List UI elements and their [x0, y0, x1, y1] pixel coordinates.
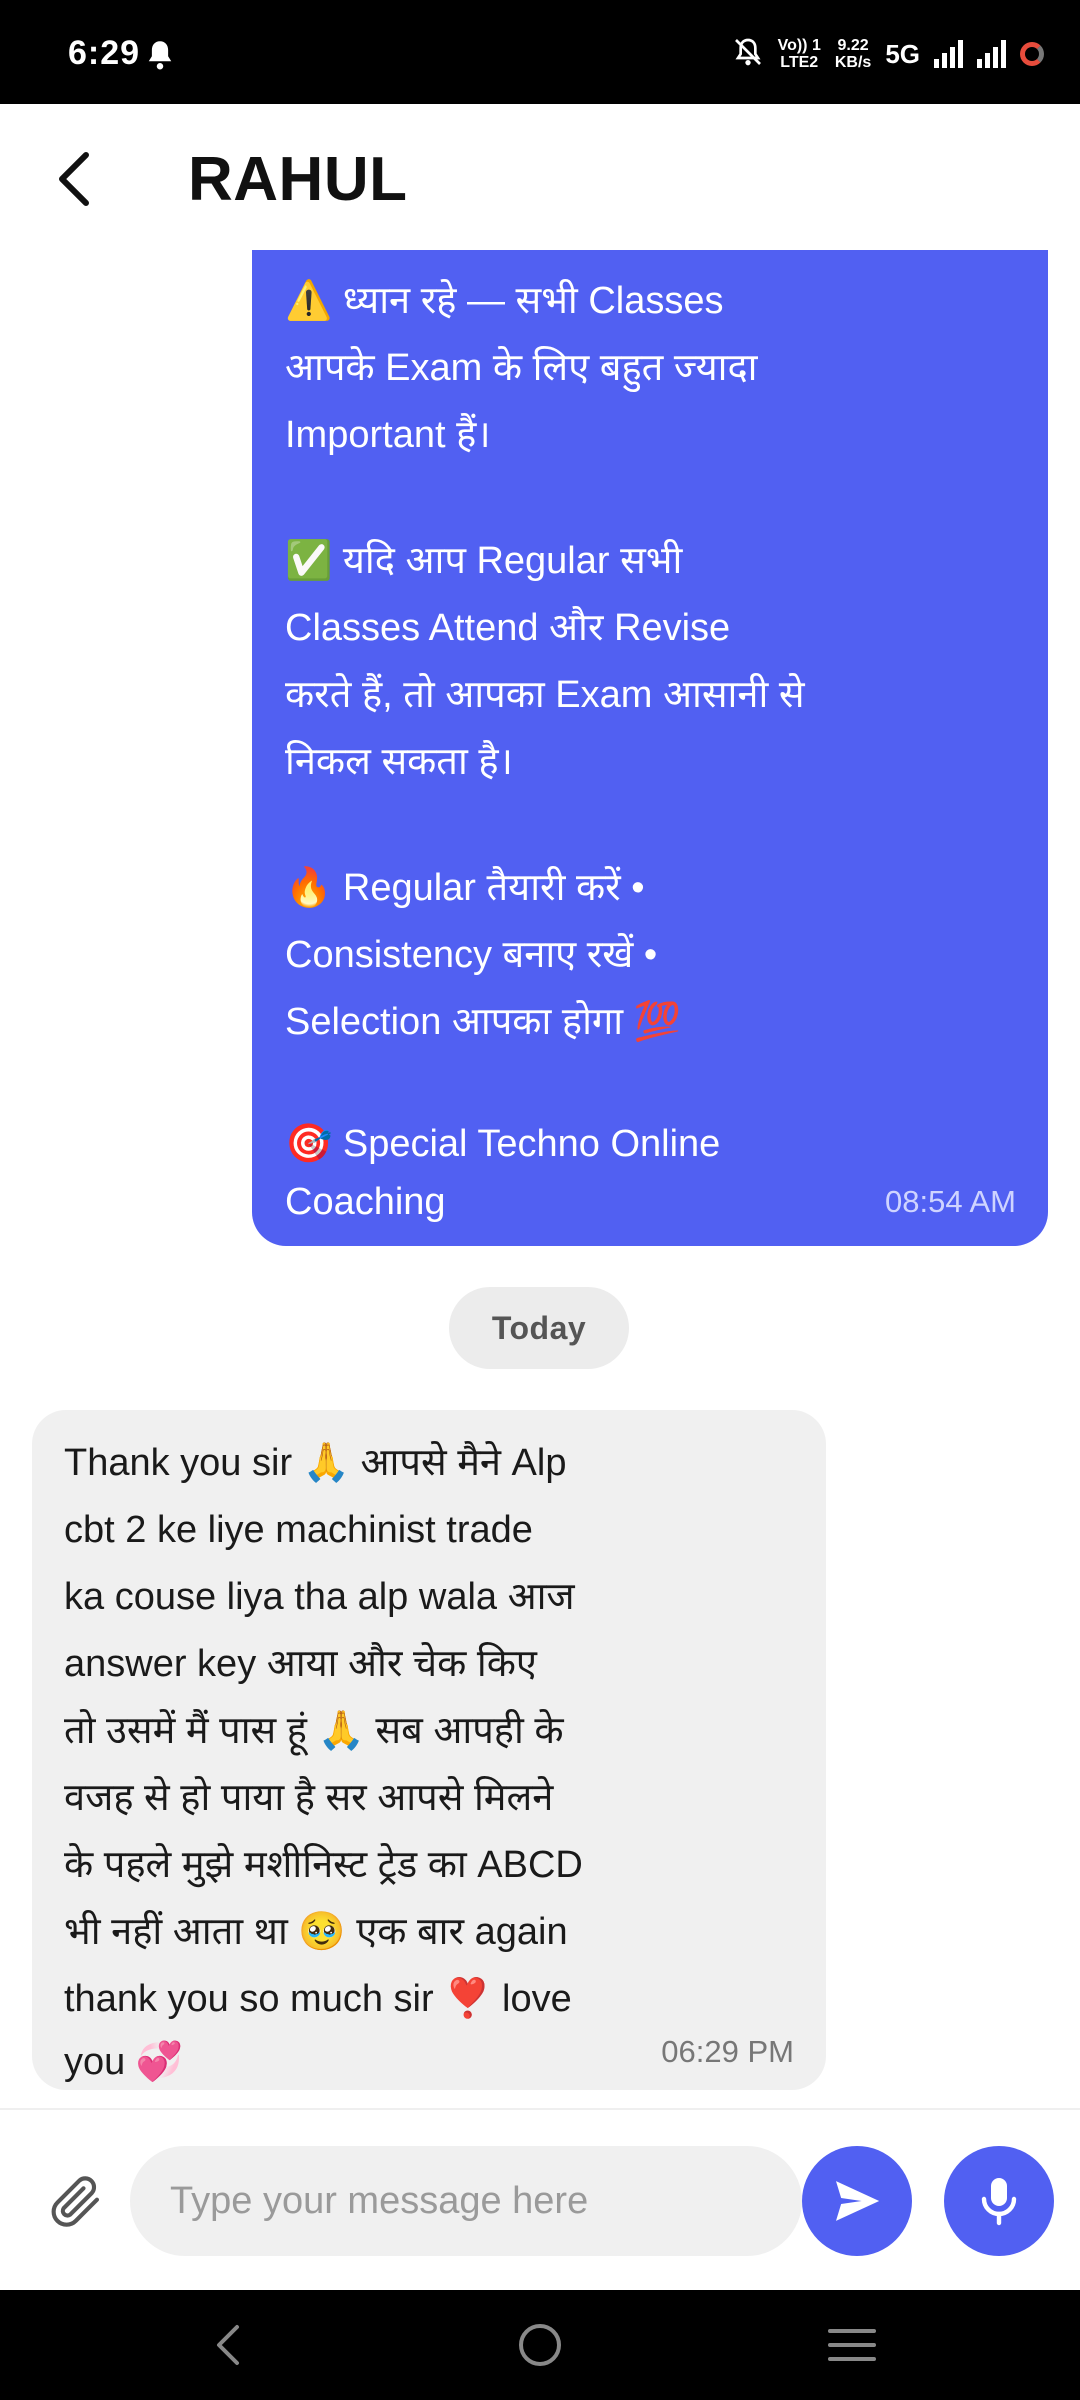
- message-paragraph: ⚠️ ध्यान रहे — सभी Classes आपके Exam के …: [285, 268, 885, 469]
- message-line: भी नहीं आता था 🥹 एक बार again: [64, 1911, 568, 1953]
- message-composer: [0, 2110, 1080, 2290]
- message-line: answer key आया और चेक किए: [64, 1643, 537, 1685]
- nav-back-button[interactable]: [198, 2315, 258, 2375]
- paperclip-icon: [51, 2176, 100, 2227]
- contact-name: RAHUL: [188, 145, 408, 214]
- message-line: निकल सकता है।: [285, 741, 513, 783]
- message-input[interactable]: [130, 2146, 802, 2256]
- message-line: cbt 2 ke liye machinist trade: [64, 1509, 533, 1551]
- message-line: 🔥 Regular तैयारी करें •: [285, 867, 645, 909]
- message-line: Classes Attend और Revise: [285, 607, 731, 649]
- volte-top: Vo)) 1: [777, 37, 821, 54]
- message-line: you 💞: [64, 2041, 184, 2083]
- chevron-left-icon: [59, 152, 89, 206]
- back-icon: [217, 2325, 239, 2365]
- message-line: Selection आपका होगा 💯: [285, 1001, 682, 1043]
- message-line: के पहले मुझे मशीनिस्ट ट्रेड का ABCD: [64, 1844, 583, 1886]
- microphone-icon: [981, 2178, 1017, 2226]
- recents-icon: [828, 2329, 876, 2361]
- volte-bottom: LTE2: [780, 54, 819, 71]
- back-button[interactable]: [44, 144, 104, 214]
- message-text: Thank you sir 🙏 आपसे मैने Alp cbt 2 ke l…: [64, 1430, 664, 2091]
- message-paragraph: ✅ यदि आप Regular सभी Classes Attend और R…: [285, 528, 885, 796]
- nav-home-button[interactable]: [510, 2315, 570, 2375]
- message-line: Coaching: [285, 1181, 446, 1223]
- mic-button[interactable]: [944, 2146, 1054, 2256]
- message-line: ⚠️ ध्यान रहे — सभी Classes: [285, 280, 724, 322]
- message-timestamp: 06:29 PM: [661, 2034, 794, 2069]
- message-line: ✅ यदि आप Regular सभी: [285, 540, 683, 582]
- mute-icon: [732, 36, 764, 73]
- message-timestamp: 08:54 AM: [885, 1184, 1016, 1219]
- date-separator: Today: [449, 1287, 629, 1369]
- home-icon: [519, 2324, 561, 2366]
- signal-icon: [977, 40, 1006, 68]
- message-text: ⚠️ ध्यान रहे — सभी Classes आपके Exam के …: [285, 268, 885, 1231]
- message-line: ka couse liya tha alp wala आज: [64, 1576, 575, 1618]
- incoming-message[interactable]: Thank you sir 🙏 आपसे मैने Alp cbt 2 ke l…: [32, 1410, 826, 2090]
- chat-header: RAHUL: [0, 104, 1080, 250]
- volte-indicator: Vo)) 1 LTE2: [778, 37, 821, 71]
- message-line: वजह से हो पाया है सर आपसे मिलने: [64, 1777, 554, 1819]
- message-line: आपके Exam के लिए बहुत ज्यादा: [285, 347, 758, 389]
- status-bar: 6:29 Vo)) 1 LTE2 9.22 KB/s 5G: [0, 0, 1080, 104]
- status-icons: Vo)) 1 LTE2 9.22 KB/s 5G: [732, 30, 1044, 78]
- system-nav-bar: [0, 2290, 1080, 2400]
- message-line: Thank you sir 🙏 आपसे मैने Alp: [64, 1442, 567, 1484]
- message-line: तो उसमें मैं पास हूं 🙏 सब आपही के: [64, 1710, 564, 1752]
- message-paragraph: 🎯 Special Techno Online Coaching: [285, 1115, 885, 1231]
- status-time: 6:29: [68, 34, 141, 72]
- send-icon: [836, 2181, 880, 2221]
- message-paragraph: 🔥 Regular तैयारी करें • Consistency बनाए…: [285, 855, 885, 1056]
- message-line: Consistency बनाए रखें •: [285, 934, 658, 976]
- message-line: thank you so much sir ❣️ love: [64, 1978, 572, 2020]
- message-line: करते हैं, तो आपका Exam आसानी से: [285, 674, 805, 716]
- speed-value: 9.22: [837, 37, 869, 54]
- outgoing-message[interactable]: ⚠️ ध्यान रहे — सभी Classes आपके Exam के …: [252, 250, 1048, 1246]
- network-type: 5G: [885, 38, 920, 69]
- speed-unit: KB/s: [834, 54, 872, 71]
- send-button[interactable]: [802, 2146, 912, 2256]
- attach-button[interactable]: [38, 2164, 112, 2238]
- message-line: Important हैं।: [285, 414, 491, 456]
- message-line: 🎯 Special Techno Online: [285, 1123, 721, 1165]
- network-speed: 9.22 KB/s: [835, 37, 871, 71]
- battery-icon: [1020, 42, 1044, 66]
- nav-recents-button[interactable]: [822, 2315, 882, 2375]
- bell-icon: [145, 38, 175, 72]
- signal-icon: [934, 40, 963, 68]
